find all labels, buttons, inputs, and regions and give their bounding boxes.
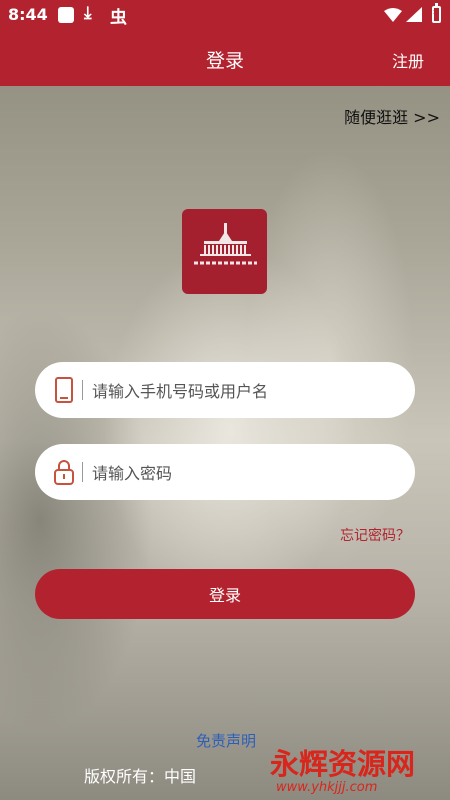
password-input[interactable] bbox=[90, 454, 394, 492]
login-button[interactable]: 登录 bbox=[35, 569, 415, 619]
battery-icon bbox=[432, 3, 441, 23]
status-bar: 8:44 ⤓ 虫 bbox=[0, 0, 450, 30]
page-title: 登录 bbox=[205, 50, 244, 72]
wifi-icon bbox=[384, 8, 402, 22]
phone-icon bbox=[55, 377, 73, 403]
field-divider bbox=[82, 462, 83, 482]
username-input[interactable] bbox=[90, 372, 394, 410]
forgot-password-link[interactable]: 忘记密码？ bbox=[340, 525, 410, 545]
watermark-url: www.yhkjjj.com bbox=[276, 780, 378, 795]
app-header: 登录 注册 bbox=[0, 30, 450, 86]
status-time: 8:44 bbox=[8, 5, 48, 24]
notification-icon bbox=[58, 7, 74, 23]
watermark-text: 永辉资源网 bbox=[270, 747, 416, 781]
disclaimer-link[interactable]: 免责声明 bbox=[196, 730, 256, 751]
signal-icon bbox=[406, 7, 422, 22]
bug-icon: 虫 bbox=[110, 8, 127, 28]
app-logo bbox=[182, 209, 267, 294]
lock-icon bbox=[54, 460, 74, 485]
username-field[interactable] bbox=[35, 362, 415, 418]
field-divider bbox=[82, 380, 83, 400]
copyright-text: 版权所有：中国 bbox=[84, 767, 197, 786]
password-field[interactable] bbox=[35, 444, 415, 500]
register-link[interactable]: 注册 bbox=[392, 48, 424, 72]
building-logo-icon bbox=[194, 223, 257, 265]
download-icon: ⤓ bbox=[84, 3, 92, 23]
browse-as-guest-link[interactable]: 随便逛逛 >> bbox=[344, 104, 440, 128]
watermark: 永辉资源网 www.yhkjjj.com bbox=[270, 737, 450, 800]
